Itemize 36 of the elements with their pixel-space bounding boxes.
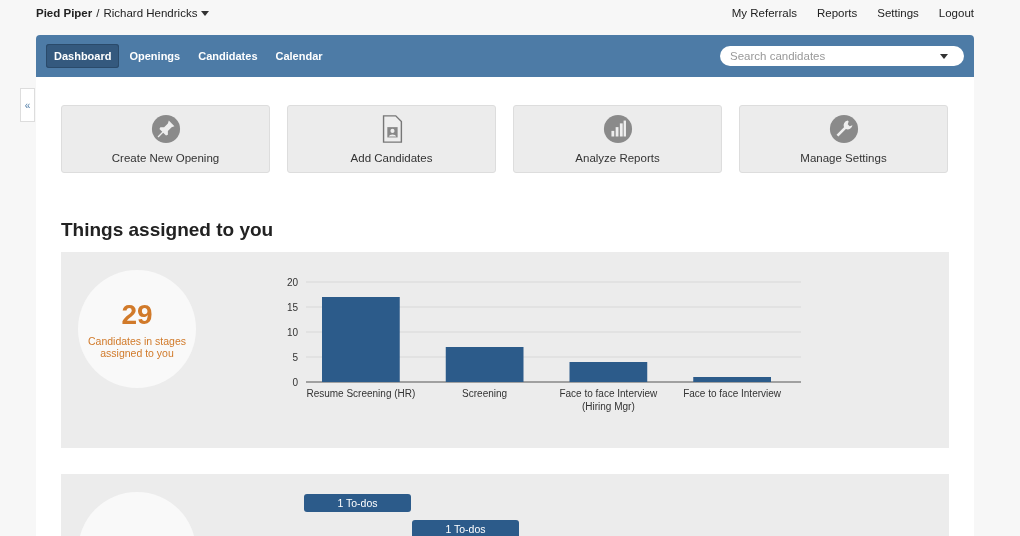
count-caption: Candidates in stages assigned to you [86, 335, 188, 359]
header-link[interactable]: Logout [938, 7, 974, 19]
wrench-icon [828, 114, 859, 144]
axis-tick-label: 5 [292, 351, 298, 363]
candidate-count: 29 [121, 299, 153, 331]
chart-icon [602, 114, 633, 144]
header-link[interactable]: My Referrals [731, 7, 797, 19]
dropdown-caret-icon[interactable] [940, 54, 948, 59]
action-card[interactable]: Analyze Reports [513, 105, 722, 173]
nav-tab[interactable]: Calendar [267, 44, 331, 68]
action-card[interactable]: Create New Opening [61, 105, 270, 173]
action-card[interactable]: Add Candidates [287, 105, 496, 173]
axis-category-label: Screening [462, 388, 508, 399]
action-card[interactable]: Manage Settings [739, 105, 948, 173]
org-name[interactable]: Pied Piper [36, 7, 93, 19]
axis-tick-label: 0 [292, 376, 298, 388]
separator: / [96, 7, 100, 19]
axis-tick-label: 10 [286, 326, 298, 338]
axis-category-label: Face to face Interview (Hiring Mgr) [559, 388, 658, 412]
axis-tick-label: 15 [286, 301, 298, 313]
collapse-toggle[interactable]: « [20, 88, 35, 122]
axis-category-label: Resume Screening (HR) [306, 388, 416, 399]
pin-icon [150, 114, 181, 144]
todo-bar[interactable]: 1 To-dos [304, 494, 411, 512]
header-link[interactable]: Settings [877, 7, 919, 19]
user-name[interactable]: Richard Hendricks [103, 7, 198, 19]
axis-tick-label: 20 [286, 276, 298, 288]
nav-tab[interactable]: Openings [121, 44, 189, 68]
caret-icon[interactable] [201, 10, 210, 16]
header-link[interactable]: Reports [816, 7, 858, 19]
axis-category-label: Face to face Interview [683, 388, 782, 399]
section-title: Things assigned to you [61, 219, 275, 241]
nav-tab[interactable]: Dashboard [46, 44, 120, 68]
search-field[interactable]: Search candidates [720, 46, 964, 66]
nav-tab[interactable]: Candidates [190, 44, 266, 68]
todo-bar[interactable]: 1 To-dos [412, 520, 519, 536]
